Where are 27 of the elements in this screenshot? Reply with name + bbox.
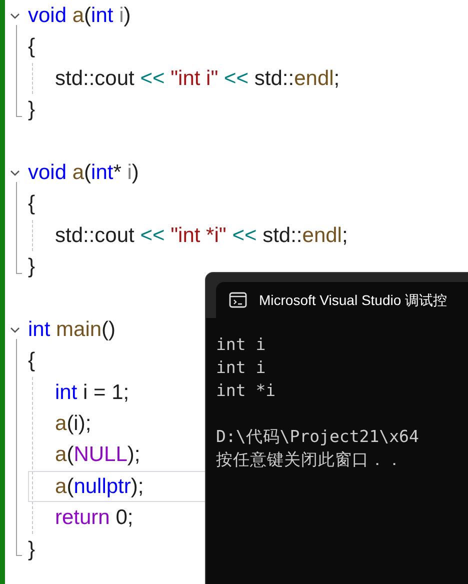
chevron-down-icon[interactable] [10, 324, 20, 335]
console-line: int i [216, 334, 266, 356]
console-line: 按任意键关闭此窗口．． [216, 449, 403, 471]
code-line: } [28, 97, 36, 124]
console-tab[interactable]: Microsoft Visual Studio 调试控 [216, 282, 468, 318]
window-title: Microsoft Visual Studio 调试控 [259, 290, 448, 310]
code-line: std::cout << "int *i" << std::endl; [55, 222, 348, 249]
chevron-down-icon[interactable] [10, 11, 20, 21]
console-line: int i [216, 357, 266, 379]
code-line: void a(int i) [28, 3, 131, 29]
code-line: { [28, 191, 36, 218]
console-line: int *i [216, 380, 276, 402]
console-icon [229, 292, 247, 308]
code-line: void a(int* i) [28, 160, 139, 186]
code-line: { [28, 348, 36, 374]
console-line: D:\代码\Project21\x64 [216, 426, 419, 448]
code-line: a(nullptr); [55, 474, 144, 500]
code-line: a(NULL); [55, 442, 140, 468]
chevron-down-icon[interactable] [10, 168, 20, 178]
code-line: std::cout << "int i" << std::endl; [55, 66, 340, 92]
code-line: { [28, 34, 36, 60]
code-line: } [28, 536, 36, 563]
code-line: int main() [28, 316, 116, 343]
code-line: a(i); [55, 411, 92, 438]
code-line: int i = 1; [55, 380, 130, 406]
code-line: } [28, 254, 36, 280]
code-line: return 0; [55, 505, 134, 532]
